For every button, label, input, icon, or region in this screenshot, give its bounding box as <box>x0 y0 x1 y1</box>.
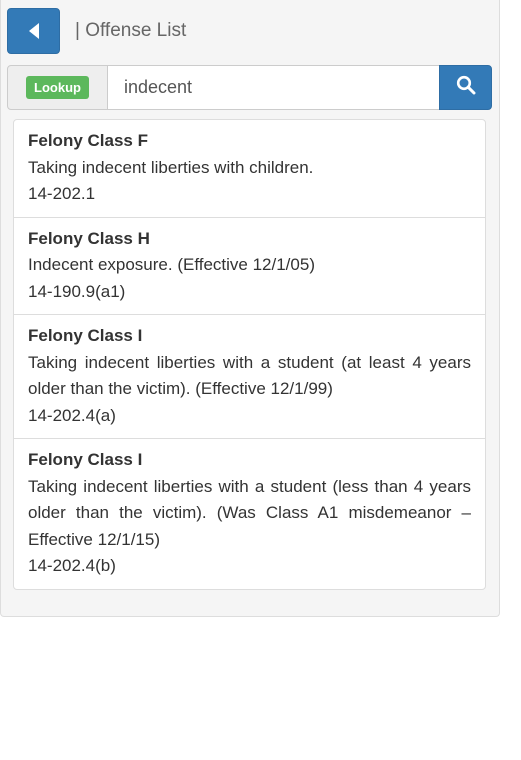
offense-class: Felony Class H <box>28 228 150 248</box>
offense-description: Taking indecent liberties with a student… <box>28 352 471 399</box>
lookup-badge: Lookup <box>26 76 89 99</box>
search-icon <box>456 75 476 100</box>
offense-class: Felony Class F <box>28 131 148 150</box>
offense-list: Felony Class F Taking indecent liberties… <box>13 119 486 590</box>
page-header: | Offense List <box>0 0 521 62</box>
list-item[interactable]: Felony Class H Indecent exposure. (Effec… <box>14 216 485 315</box>
list-item[interactable]: Felony Class I Taking indecent liberties… <box>14 314 485 438</box>
offense-class: Felony Class I <box>28 450 143 469</box>
list-item[interactable]: Felony Class I Taking indecent liberties… <box>14 438 485 589</box>
statute-code: 14-190.9(a1) <box>28 281 126 301</box>
chevron-left-icon <box>28 22 40 40</box>
search-input[interactable] <box>107 65 440 110</box>
back-button[interactable] <box>7 8 60 54</box>
statute-code: 14-202.4(b) <box>28 556 116 575</box>
offense-description: Taking indecent liberties with a student… <box>28 476 471 549</box>
statute-code: 14-202.4(a) <box>28 405 116 425</box>
list-item[interactable]: Felony Class F Taking indecent liberties… <box>14 120 485 217</box>
lookup-addon: Lookup <box>7 65 108 110</box>
page-title: | Offense List <box>75 20 187 41</box>
search-bar: Lookup <box>7 65 492 110</box>
statute-code: 14-202.1 <box>28 184 96 203</box>
search-button[interactable] <box>439 65 492 110</box>
offense-class: Felony Class I <box>28 326 143 345</box>
offense-description: Taking indecent liberties with children. <box>28 157 314 177</box>
offense-description: Indecent exposure. (Effective 12/1/05) <box>28 255 315 274</box>
